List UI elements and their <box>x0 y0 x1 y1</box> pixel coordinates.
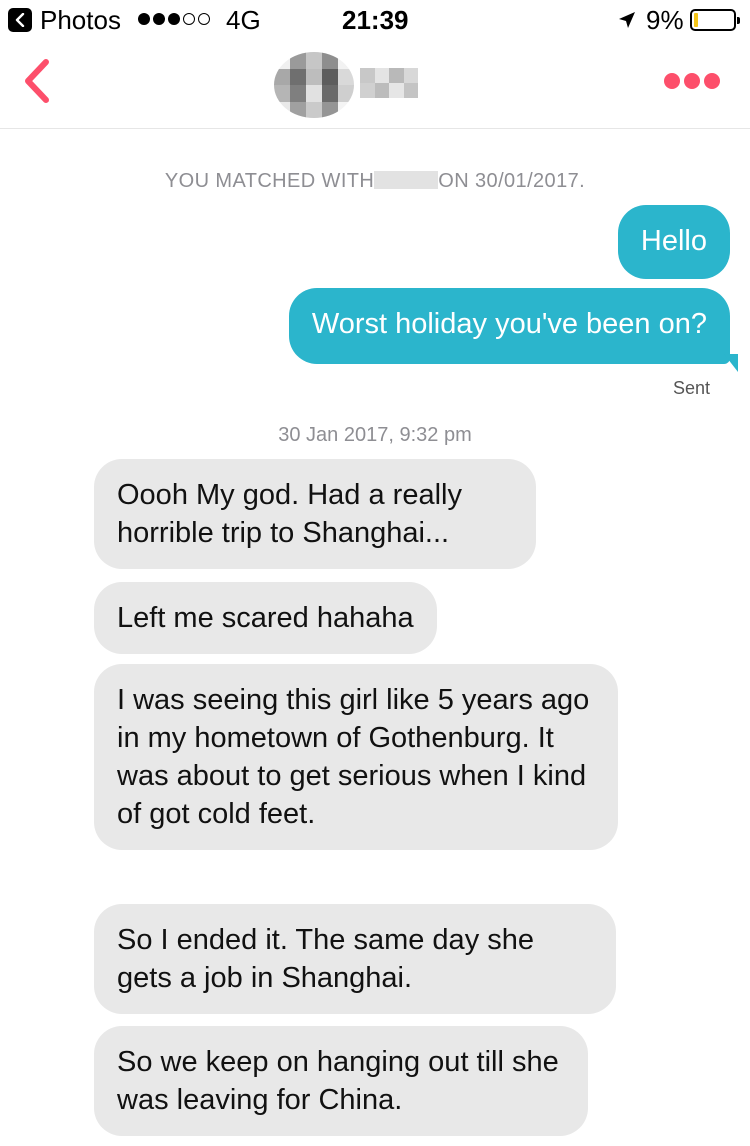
status-bar: Photos 4G 21:39 9% <box>0 0 750 40</box>
match-date: ON 30/01/2017. <box>438 170 586 192</box>
message-text: Left me scared hahaha <box>117 602 414 634</box>
match-prefix: YOU MATCHED WITH <box>164 170 375 192</box>
outgoing-message[interactable]: Hello <box>617 205 730 279</box>
incoming-message[interactable]: Left me scared hahaha <box>94 582 437 654</box>
location-arrow-icon <box>619 12 635 28</box>
incoming-message[interactable]: I was seeing this girl like 5 years ago … <box>94 664 618 850</box>
redacted-name <box>374 171 439 189</box>
message-timestamp: 30 Jan 2017, 9:32 pm <box>278 424 472 446</box>
avatar[interactable] <box>274 52 354 118</box>
message-text: So we keep on hanging out till she was l… <box>117 1046 559 1116</box>
chat-header <box>0 40 750 129</box>
bubble-tail <box>724 354 738 372</box>
message-text: I was seeing this girl like 5 years ago … <box>117 684 590 830</box>
incoming-message[interactable]: So we keep on hanging out till she was l… <box>94 1026 588 1136</box>
ellipsis-icon[interactable] <box>664 73 720 89</box>
battery-icon <box>690 9 740 31</box>
message-text: So I ended it. The same day she gets a j… <box>117 924 535 994</box>
incoming-message[interactable]: So I ended it. The same day she gets a j… <box>94 904 616 1014</box>
back-app-label[interactable]: Photos <box>40 5 121 36</box>
battery-percent: 9% <box>646 5 684 35</box>
clock: 21:39 <box>342 5 409 35</box>
signal-dots-icon <box>138 13 210 25</box>
match-name-redacted[interactable] <box>360 68 418 98</box>
network-type: 4G <box>226 5 261 35</box>
chevron-left-icon[interactable] <box>18 56 58 106</box>
message-text: Oooh My god. Had a really horrible trip … <box>117 479 462 549</box>
outgoing-message[interactable]: Worst holiday you've been on? <box>288 288 738 372</box>
back-to-app-icon[interactable] <box>8 8 32 32</box>
message-text: Hello <box>640 225 707 257</box>
delivery-status: Sent <box>672 378 710 398</box>
message-text: Worst holiday you've been on? <box>311 308 707 340</box>
match-notice: YOU MATCHED WITH ON 30/01/2017. <box>0 170 750 193</box>
incoming-message[interactable]: Oooh My god. Had a really horrible trip … <box>94 459 536 569</box>
